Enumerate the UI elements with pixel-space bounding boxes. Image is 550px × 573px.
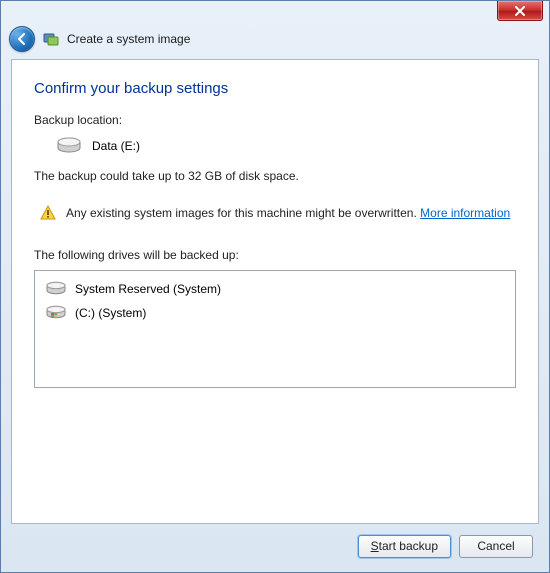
backup-location-label: Backup location: [34, 113, 516, 127]
start-backup-button[interactable]: Start backup [358, 535, 451, 558]
wizard-window: Create a system image Confirm your backu… [0, 0, 550, 573]
cancel-button[interactable]: Cancel [459, 535, 533, 558]
warning-row: Any existing system images for this mach… [40, 205, 516, 222]
page-heading: Confirm your backup settings [34, 80, 516, 97]
hard-drive-icon [45, 281, 67, 297]
more-information-link[interactable]: More information [420, 206, 510, 220]
drive-name: System Reserved (System) [75, 282, 221, 296]
drives-listbox: System Reserved (System) (C:) (System) [34, 270, 516, 388]
backup-size-note: The backup could take up to 32 GB of dis… [34, 169, 516, 183]
drive-list-item[interactable]: System Reserved (System) [43, 277, 507, 301]
title-bar [1, 1, 549, 23]
warning-message: Any existing system images for this mach… [66, 206, 417, 220]
content-panel: Confirm your backup settings Backup loca… [11, 59, 539, 524]
backup-location-row: Data (E:) [56, 137, 516, 155]
drive-name: (C:) (System) [75, 306, 146, 320]
window-title: Create a system image [67, 32, 190, 46]
hard-drive-windows-icon [45, 305, 67, 321]
drives-label: The following drives will be backed up: [34, 248, 516, 262]
backup-location-value: Data (E:) [92, 139, 140, 153]
drive-list-item[interactable]: (C:) (System) [43, 301, 507, 325]
arrow-left-icon [15, 32, 29, 46]
back-button[interactable] [9, 26, 35, 52]
hard-drive-icon [56, 137, 82, 155]
close-button[interactable] [497, 1, 543, 21]
warning-icon [40, 205, 56, 221]
start-backup-label-rest: tart backup [379, 539, 438, 553]
footer-bar: Start backup Cancel [11, 528, 539, 564]
close-icon [514, 6, 526, 16]
warning-text: Any existing system images for this mach… [66, 205, 510, 222]
system-image-icon [43, 31, 59, 47]
header-bar: Create a system image [1, 23, 549, 55]
